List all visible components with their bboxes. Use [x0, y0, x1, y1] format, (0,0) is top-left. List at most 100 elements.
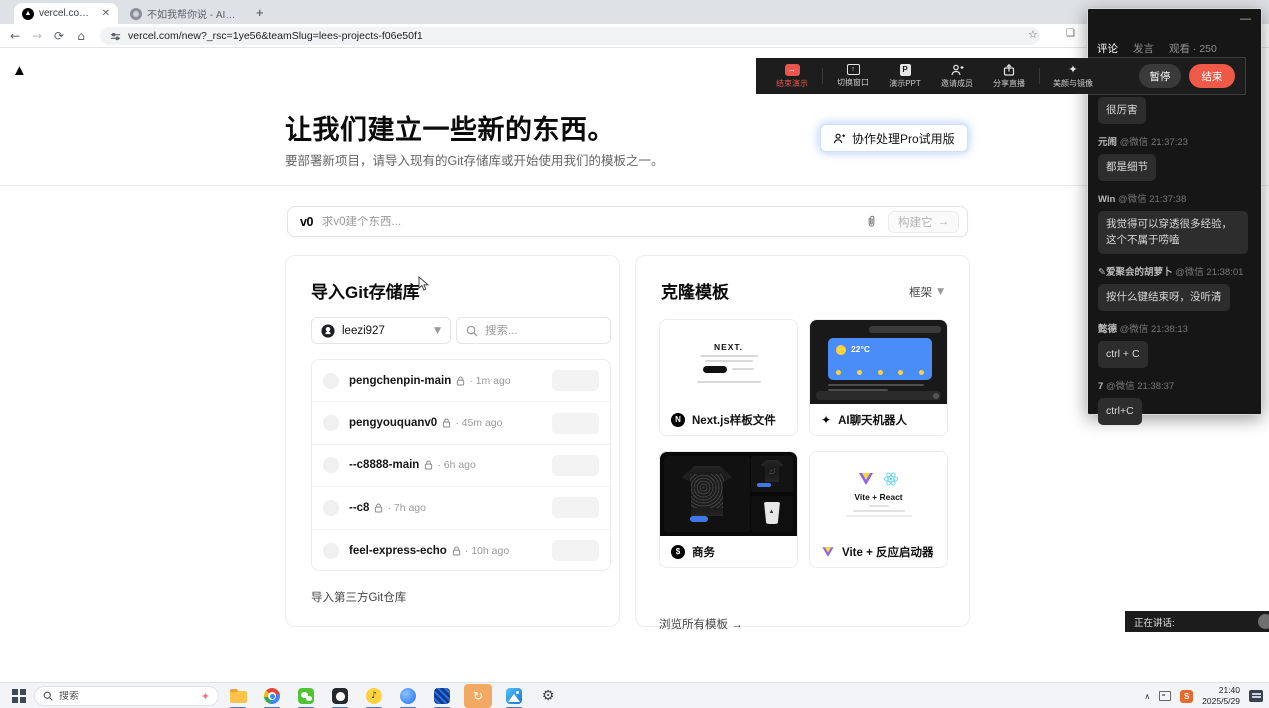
- end-presentation-button[interactable]: → 结束演示: [766, 64, 818, 89]
- divider: [1039, 68, 1040, 84]
- chat-author: Win @微信 21:37:38: [1098, 191, 1186, 205]
- toolbar-label: 切换窗口: [837, 77, 869, 88]
- music-app-icon[interactable]: ♪: [362, 684, 386, 708]
- tab-vercel[interactable]: ▲ vercel.com/new? ✕: [14, 3, 118, 24]
- vite-react-text: Vite + React: [854, 492, 902, 502]
- template-vite[interactable]: Vite + React Vite + 反应启动器: [809, 451, 948, 568]
- import-button-skeleton[interactable]: [552, 497, 599, 518]
- file-explorer-icon[interactable]: [226, 684, 250, 708]
- v0-logo-icon: v0: [300, 215, 313, 229]
- chat-message-list[interactable]: 很厉害 元闹 @微信 21:37:23 都是细节 Win @微信 21:37:3…: [1098, 97, 1253, 425]
- lock-icon: [452, 546, 461, 556]
- url-bar[interactable]: vercel.com/new?_rsc=1ye56&teamSlug=lees-…: [100, 27, 1040, 45]
- repo-name: pengyouquanv0: [349, 417, 437, 429]
- clone-templates-title: 克隆模板: [661, 278, 729, 303]
- home-icon[interactable]: ⌂: [70, 29, 92, 43]
- import-button-skeleton[interactable]: [552, 455, 599, 476]
- repo-search-input[interactable]: [485, 325, 585, 337]
- tray-s-app-icon[interactable]: S: [1180, 690, 1193, 703]
- github-desktop-icon[interactable]: [328, 684, 352, 708]
- share-upload-icon: [1003, 64, 1015, 76]
- collaborate-pro-button[interactable]: 协作处理Pro试用版: [820, 124, 968, 152]
- lock-icon: [442, 418, 451, 428]
- vercel-logo-icon[interactable]: ▲: [12, 62, 27, 79]
- present-ppt-button[interactable]: P 演示PPT: [879, 64, 931, 89]
- speaking-label: 正在讲话:: [1134, 615, 1175, 629]
- browser-app-icon[interactable]: [396, 684, 420, 708]
- taskbar-search-input[interactable]: [59, 691, 169, 702]
- beauty-mirror-button[interactable]: ✦ 美颜与镜像: [1044, 64, 1102, 89]
- template-ai-chatbot[interactable]: 22°C ✦ AI聊天机器人: [809, 319, 948, 436]
- site-settings-icon[interactable]: [110, 31, 121, 42]
- chrome-icon[interactable]: [260, 684, 284, 708]
- taskbar-app-icons: ♪ ↻ ⚙: [226, 684, 560, 708]
- notification-center-icon[interactable]: [1249, 690, 1263, 702]
- new-tab-button[interactable]: +: [256, 5, 264, 20]
- switch-window-button[interactable]: ↑ 切换窗口: [827, 64, 879, 88]
- bookmark-star-icon[interactable]: ☆: [1028, 28, 1038, 41]
- skeleton-line: [846, 515, 912, 517]
- tray-chevron-icon[interactable]: ∧: [1144, 692, 1150, 701]
- repo-row[interactable]: --c8888-main · 6h ago: [312, 445, 610, 487]
- attachment-icon[interactable]: [865, 215, 878, 228]
- back-icon[interactable]: ←: [4, 29, 26, 43]
- tab-ai-chat[interactable]: 不如我帮你说 - AI朋友: [122, 3, 248, 24]
- end-share-icon: →: [785, 64, 800, 76]
- system-tray: ∧ S 21:40 2025/5/29: [1144, 683, 1263, 708]
- import-button-skeleton[interactable]: [552, 540, 599, 561]
- sun-icon: [836, 345, 846, 355]
- chat-bubble: ctrl+C: [1098, 398, 1142, 425]
- minimize-icon[interactable]: —: [1240, 13, 1251, 25]
- reload-icon[interactable]: ⟳: [48, 29, 70, 43]
- template-label-row: Vite + 反应启动器: [810, 536, 947, 567]
- meeting-toolbar: → 结束演示 ↑ 切换窗口 P 演示PPT 邀请成员 分享直播 ✦ 美颜与镜像 …: [756, 58, 1245, 94]
- settings-gear-icon[interactable]: ⚙: [536, 684, 560, 708]
- invite-members-button[interactable]: 邀请成员: [931, 64, 983, 89]
- taskbar-search[interactable]: ✦: [34, 686, 219, 706]
- share-live-button[interactable]: 分享直播: [983, 64, 1035, 89]
- url-text: vercel.com/new?_rsc=1ye56&teamSlug=lees-…: [128, 30, 423, 42]
- pause-button[interactable]: 暂停: [1139, 64, 1181, 88]
- temperature-text: 22°C: [851, 344, 870, 354]
- v0-prompt-input[interactable]: [322, 216, 855, 228]
- repo-row[interactable]: --c8 · 7h ago: [312, 487, 610, 529]
- chat-author: 7 @微信 21:38:37: [1098, 378, 1174, 392]
- template-label-row: ✦ AI聊天机器人: [810, 404, 947, 435]
- repo-row[interactable]: feel-express-echo · 10h ago: [312, 530, 610, 571]
- forward-icon[interactable]: →: [26, 29, 48, 43]
- repo-row[interactable]: pengchenpin-main · 1m ago: [312, 360, 610, 402]
- template-vite-preview: Vite + React: [810, 452, 947, 536]
- repo-list: pengchenpin-main · 1m ago pengyouquanv0 …: [311, 359, 611, 571]
- repo-avatar: [323, 543, 339, 559]
- toolbar-label: 邀请成员: [941, 78, 973, 89]
- build-it-button[interactable]: 构建它 →: [888, 211, 959, 233]
- browse-all-templates-link[interactable]: 浏览所有模板 →: [659, 616, 743, 632]
- import-button-skeleton[interactable]: [552, 370, 599, 391]
- third-party-git-link[interactable]: 导入第三方Git仓库: [311, 589, 406, 605]
- repo-search-box[interactable]: [456, 317, 611, 344]
- extensions-icon[interactable]: ❏: [1066, 28, 1075, 39]
- template-commerce[interactable]: $ 商务: [659, 451, 798, 568]
- photos-app-icon[interactable]: [502, 684, 526, 708]
- browser-tabstrip: ▲ vercel.com/new? ✕ 不如我帮你说 - AI朋友 +: [0, 0, 1269, 24]
- framework-filter-dropdown[interactable]: 框架 ▼: [909, 284, 944, 300]
- template-nextjs[interactable]: NEXT. N Next.js样板文件: [659, 319, 798, 436]
- git-account-dropdown[interactable]: leezi927 ▼: [311, 317, 451, 344]
- repo-name: feel-express-echo: [349, 545, 447, 557]
- tray-app-icon[interactable]: [1159, 691, 1171, 701]
- github-icon: [321, 324, 335, 338]
- template-grid: NEXT. N Next.js样板文件: [659, 319, 949, 568]
- tab-title: vercel.com/new?: [39, 8, 97, 19]
- repo-row[interactable]: pengyouquanv0 · 45m ago: [312, 402, 610, 444]
- start-button-icon[interactable]: [12, 689, 26, 703]
- skeleton-line: [828, 384, 924, 386]
- preview-pill: [869, 326, 941, 333]
- end-button[interactable]: 结束: [1189, 64, 1235, 88]
- netdisk-app-icon[interactable]: [430, 684, 454, 708]
- clock[interactable]: 21:40 2025/5/29: [1202, 685, 1240, 707]
- import-button-skeleton[interactable]: [552, 413, 599, 434]
- tab-close-icon[interactable]: ✕: [102, 8, 110, 19]
- screen-share-app-icon[interactable]: ↻: [464, 684, 492, 708]
- wechat-icon[interactable]: [294, 684, 318, 708]
- template-label-row: N Next.js样板文件: [660, 404, 797, 435]
